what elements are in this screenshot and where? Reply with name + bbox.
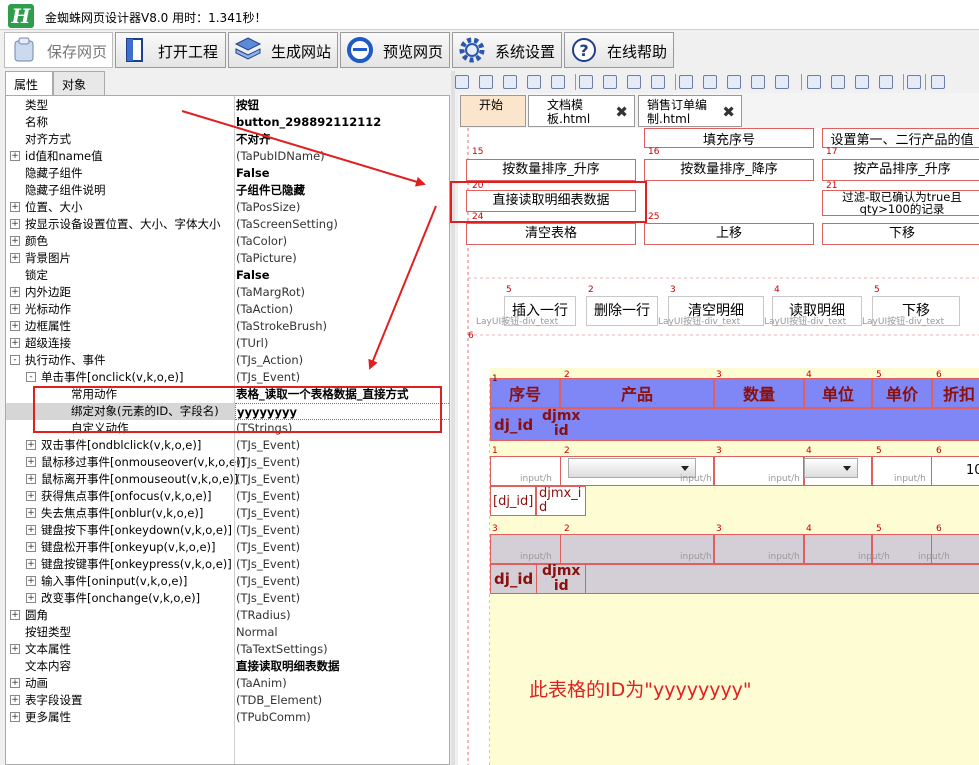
annotation-text: 此表格的ID为"yyyyyyyy" <box>529 679 752 701</box>
annotation-arrows <box>181 110 437 370</box>
